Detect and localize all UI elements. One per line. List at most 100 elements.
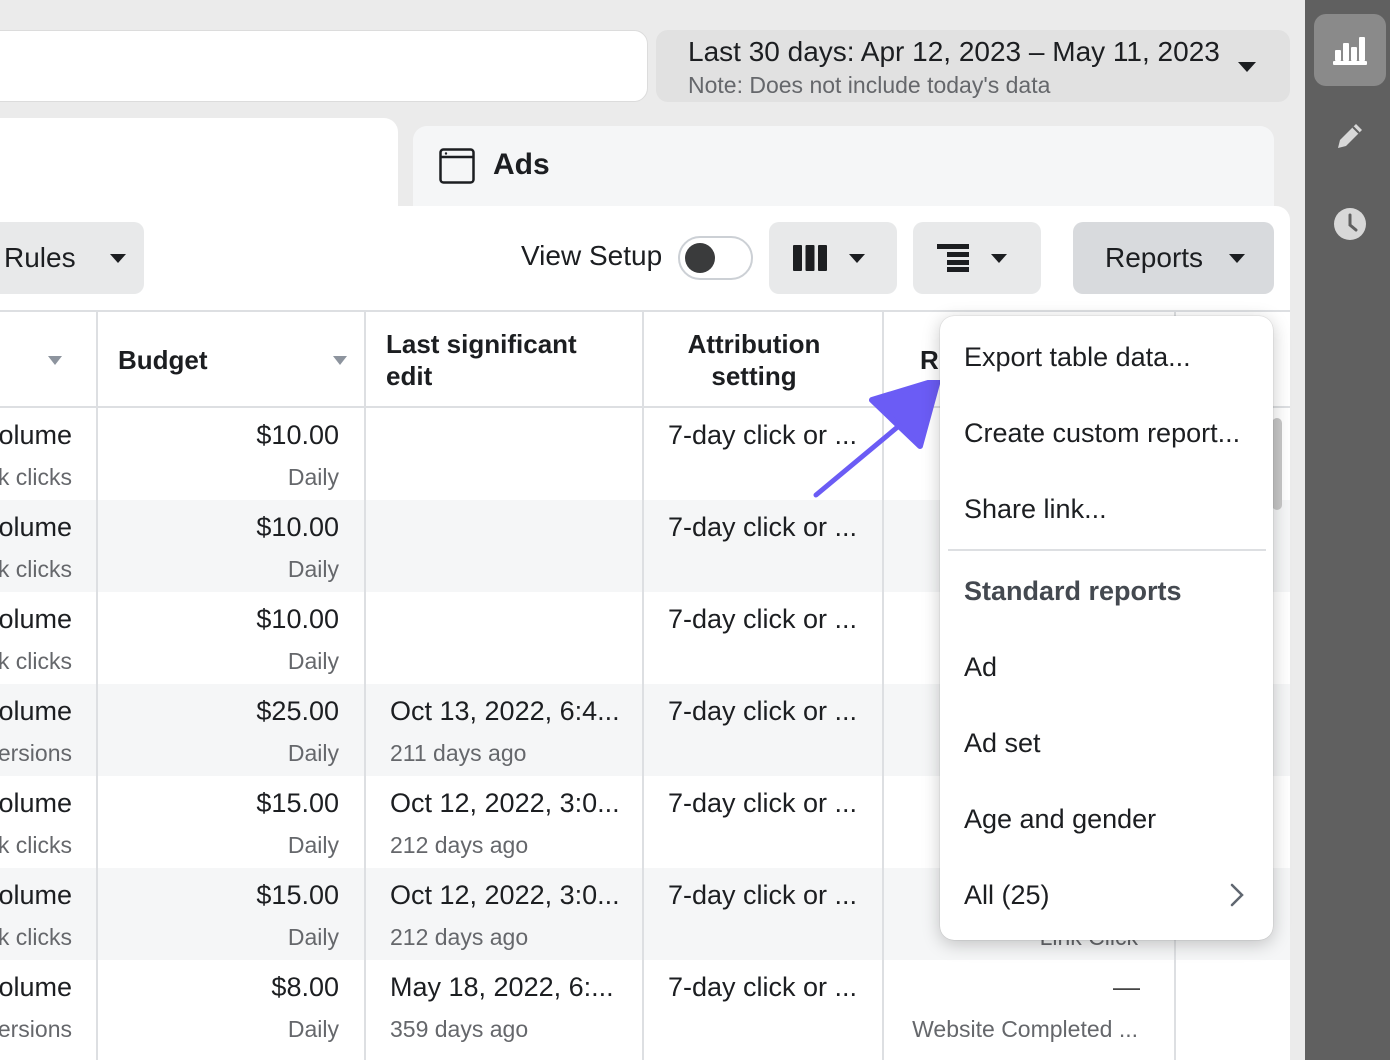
column-divider	[642, 310, 644, 1060]
breakdown-icon	[937, 244, 969, 272]
objective-text: olume	[0, 696, 72, 726]
objective-cell: olume k clicks	[0, 408, 96, 500]
tab-ads[interactable]: Ads	[413, 126, 1274, 218]
menu-divider	[948, 549, 1266, 551]
budget-type: Daily	[287, 740, 339, 766]
budget-type: Daily	[287, 648, 339, 674]
pencil-icon	[1338, 124, 1362, 148]
column-header-budget[interactable]: Budget	[118, 312, 348, 408]
objective-text: olume	[0, 880, 72, 910]
results-type: Website Completed ...	[912, 1016, 1138, 1042]
menu-item-create-custom-report[interactable]: Create custom report...	[964, 418, 1240, 449]
date-range-picker[interactable]: Last 30 days: Apr 12, 2023 – May 11, 202…	[656, 30, 1290, 102]
budget-type: Daily	[287, 832, 339, 858]
last-edit-ago: 212 days ago	[390, 832, 529, 858]
objective-cell: olume k clicks	[0, 500, 96, 592]
view-setup-label: View Setup	[521, 240, 663, 271]
last-edit-cell: Oct 12, 2022, 3:0... 212 days ago	[366, 776, 642, 868]
last-edit-date: May 18, 2022, 6:...	[390, 972, 614, 1002]
budget-type: Daily	[287, 1016, 339, 1042]
objective-cell: olume k clicks	[0, 776, 96, 868]
date-range-label: Last 30 days: Apr 12, 2023 – May 11, 202…	[688, 36, 1220, 67]
objective-text: olume	[0, 972, 72, 1002]
budget-cell[interactable]: $10.00 Daily	[98, 500, 364, 592]
table-row[interactable]: olume ersions $8.00 Daily May 18, 2022, 6:..…	[0, 960, 1290, 1052]
history-rail-button[interactable]	[1314, 188, 1386, 260]
tab-ad-sets[interactable]	[0, 118, 398, 218]
annotation-arrow-icon	[813, 380, 941, 498]
edit-rail-button[interactable]	[1314, 100, 1386, 172]
attribution-text: 7-day click or ...	[668, 972, 858, 1002]
menu-item-all-reports[interactable]: All (25)	[964, 880, 1050, 911]
ad-window-icon	[439, 148, 475, 184]
budget-cell[interactable]: $15.00 Daily	[98, 776, 364, 868]
sort-caret-icon	[333, 356, 347, 365]
objective-cell: olume k clicks	[0, 868, 96, 960]
attribution-text: 7-day click or ...	[668, 880, 858, 910]
results-cell: — Website Completed ...	[884, 960, 1174, 1052]
reporting-rail-button[interactable]	[1314, 14, 1386, 86]
attribution-cell: 7-day click or ...	[644, 592, 882, 684]
rules-button[interactable]: Rules	[0, 222, 144, 294]
tab-ads-label: Ads	[493, 148, 550, 181]
attribution-text: 7-day click or ...	[668, 696, 858, 726]
budget-amount: $15.00	[256, 788, 339, 818]
attribution-text: 7-day click or ...	[668, 512, 858, 542]
last-edit-cell	[366, 500, 642, 592]
last-edit-date: Oct 12, 2022, 3:0...	[390, 880, 620, 910]
bar-chart-icon	[1333, 37, 1367, 65]
date-range-note: Note: Does not include today's data	[688, 72, 1051, 98]
budget-cell[interactable]: $8.00 Daily	[98, 960, 364, 1052]
budget-cell[interactable]: $25.00 Daily	[98, 684, 364, 776]
last-edit-date: Oct 12, 2022, 3:0...	[390, 788, 620, 818]
table-scrollbar[interactable]	[1272, 418, 1282, 510]
menu-item-age-and-gender[interactable]: Age and gender	[964, 804, 1156, 835]
attribution-text: 7-day click or ...	[668, 788, 858, 818]
menu-item-ad-set[interactable]: Ad set	[964, 728, 1041, 759]
objective-text: olume	[0, 420, 72, 450]
right-rail	[1305, 0, 1390, 1060]
objective-subtext: ersions	[0, 1016, 72, 1042]
column-divider	[364, 310, 366, 1060]
objective-cell: olume k clicks	[0, 592, 96, 684]
budget-amount: $25.00	[256, 696, 339, 726]
objective-text: olume	[0, 512, 72, 542]
budget-type: Daily	[287, 924, 339, 950]
attribution-cell: 7-day click or ...	[644, 684, 882, 776]
last-edit-cell	[366, 592, 642, 684]
budget-amount: $15.00	[256, 880, 339, 910]
search-input[interactable]	[0, 30, 648, 102]
menu-section-standard-reports: Standard reports	[964, 576, 1182, 606]
column-header-last-edit[interactable]: Last significant edit	[386, 312, 606, 408]
budget-cell[interactable]: $10.00 Daily	[98, 408, 364, 500]
toggle-knob	[685, 243, 715, 273]
last-edit-date: Oct 13, 2022, 6:4...	[390, 696, 620, 726]
budget-cell[interactable]: $10.00 Daily	[98, 592, 364, 684]
caret-down-icon	[849, 253, 865, 263]
view-setup-toggle[interactable]	[678, 236, 753, 280]
attribution-cell: 7-day click or ...	[644, 868, 882, 960]
objective-subtext: ersions	[0, 740, 72, 766]
menu-item-share-link[interactable]: Share link...	[964, 494, 1107, 525]
column-divider	[96, 310, 98, 1060]
menu-item-export-table-data[interactable]: Export table data...	[964, 342, 1191, 373]
objective-text: olume	[0, 788, 72, 818]
budget-cell[interactable]: $15.00 Daily	[98, 868, 364, 960]
reports-button[interactable]: Reports	[1073, 222, 1274, 294]
attribution-cell: 7-day click or ...	[644, 960, 882, 1052]
delivery-sort-icon[interactable]	[42, 312, 72, 408]
caret-down-icon	[1229, 253, 1246, 263]
last-edit-ago: 212 days ago	[390, 924, 529, 950]
menu-item-ad[interactable]: Ad	[964, 652, 997, 683]
clock-icon	[1334, 208, 1366, 240]
last-edit-cell: Oct 12, 2022, 3:0... 212 days ago	[366, 868, 642, 960]
columns-button[interactable]	[769, 222, 897, 294]
caret-down-icon	[109, 253, 126, 263]
objective-cell: olume ersions	[0, 960, 96, 1052]
objective-subtext: k clicks	[0, 556, 72, 582]
objective-subtext: k clicks	[0, 832, 72, 858]
columns-icon	[793, 245, 827, 271]
results-value: —	[1113, 972, 1140, 1002]
breakdown-button[interactable]	[913, 222, 1041, 294]
objective-subtext: k clicks	[0, 648, 72, 674]
